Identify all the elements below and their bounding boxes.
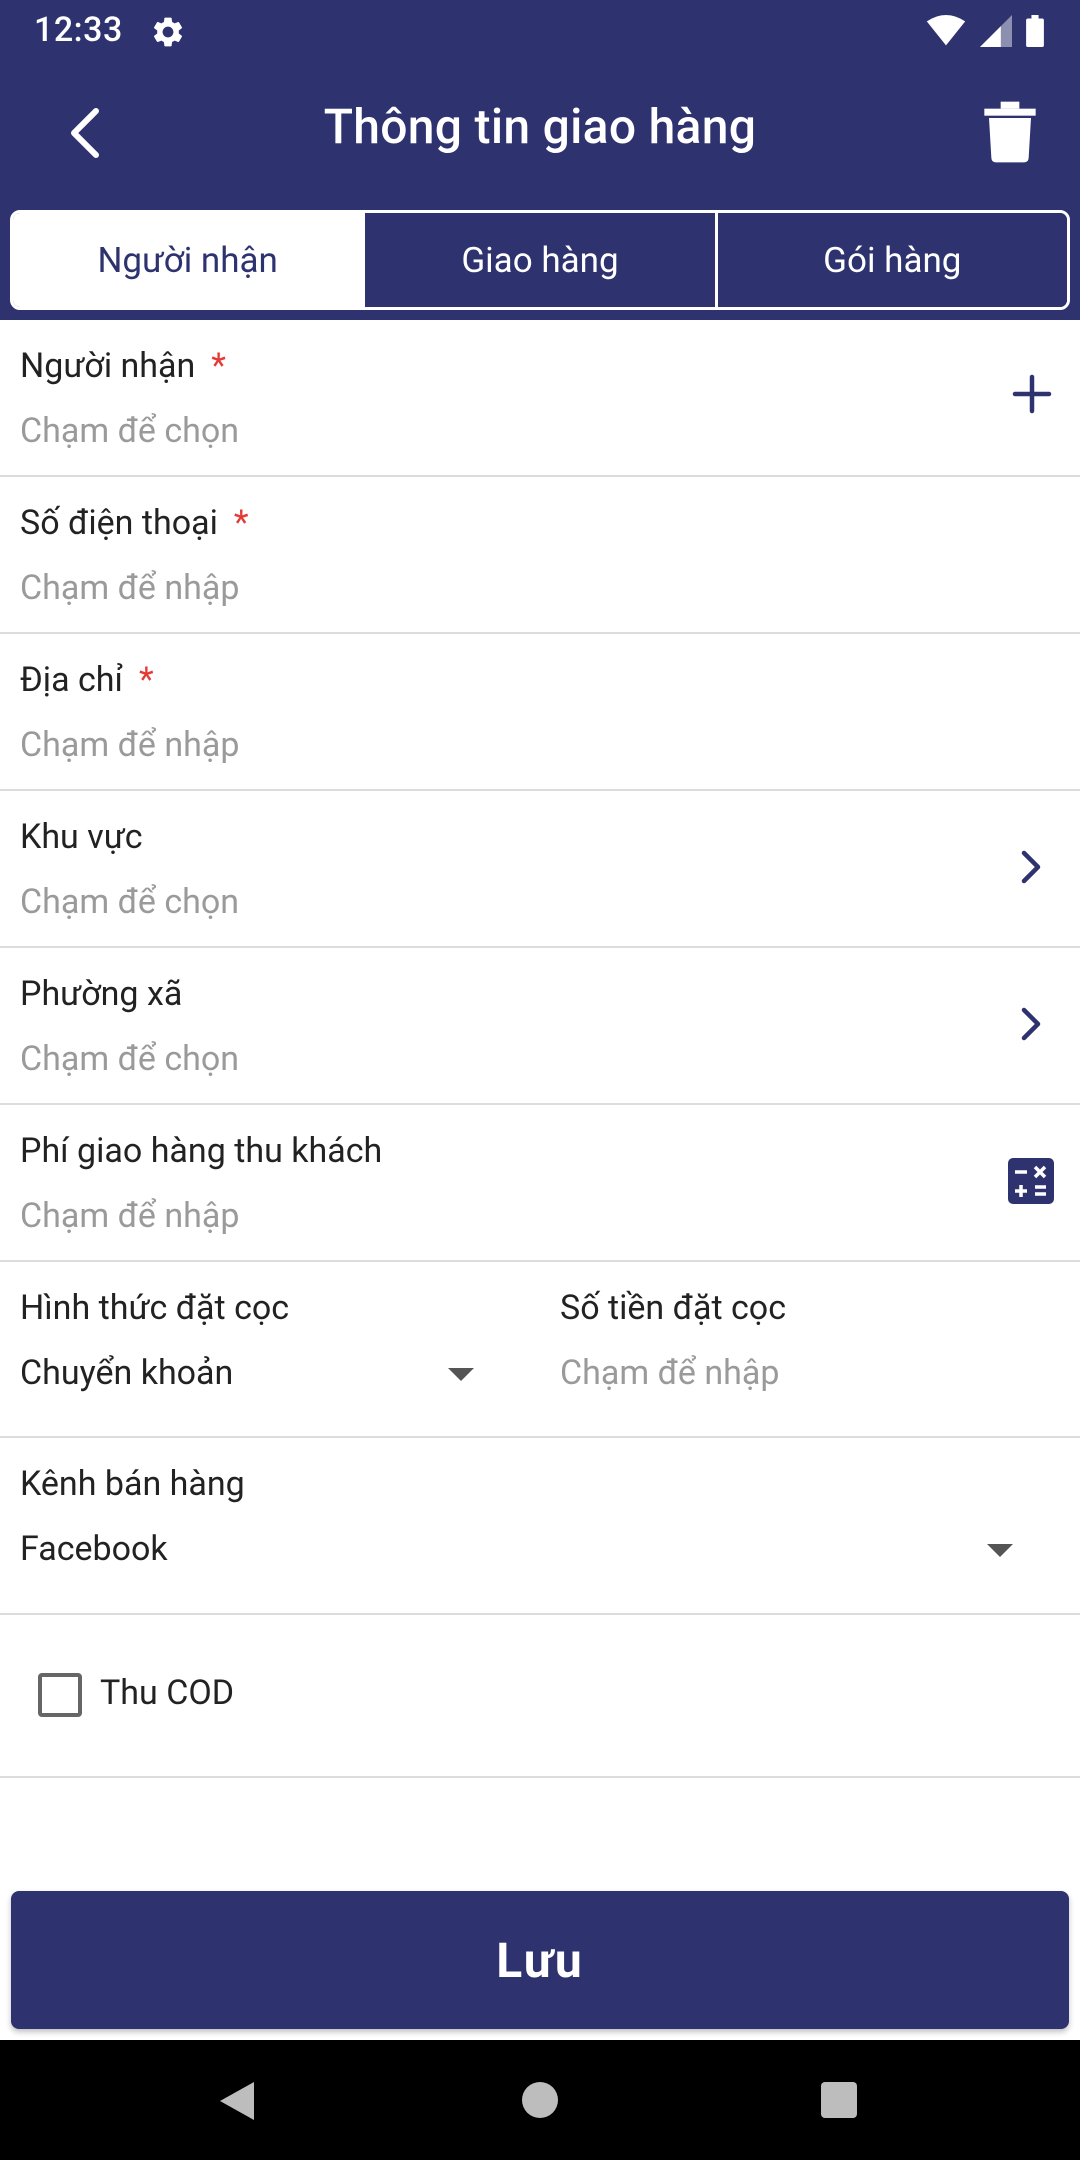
address-label: Địa chỉ * bbox=[20, 660, 154, 700]
sales-channel-value: Facebook bbox=[20, 1529, 168, 1569]
tab-delivery[interactable]: Giao hàng bbox=[362, 213, 715, 307]
dropdown-arrow-icon bbox=[448, 1368, 474, 1381]
sales-channel-dropdown[interactable]: Kênh bán hàng Facebook bbox=[0, 1438, 1080, 1615]
chevron-right-icon bbox=[1021, 850, 1041, 884]
required-mark: * bbox=[138, 660, 154, 700]
deposit-amount-label: Số tiền đặt cọc bbox=[560, 1288, 786, 1328]
tab-bar: Người nhận Giao hàng Gói hàng bbox=[10, 210, 1070, 310]
nav-home-icon[interactable] bbox=[522, 2082, 558, 2118]
shipping-fee-field[interactable]: Phí giao hàng thu khách Chạm để nhập bbox=[0, 1105, 1080, 1262]
recipient-label: Người nhận * bbox=[20, 346, 226, 386]
deposit-method-value: Chuyển khoản bbox=[20, 1353, 234, 1393]
phone-placeholder: Chạm để nhập bbox=[20, 568, 240, 608]
shipping-fee-placeholder: Chạm để nhập bbox=[20, 1196, 240, 1236]
delete-trash-icon[interactable] bbox=[982, 101, 1038, 163]
status-time: 12:33 bbox=[34, 10, 123, 50]
phone-label: Số điện thoại * bbox=[20, 503, 249, 543]
save-button[interactable]: Lưu bbox=[11, 1891, 1069, 2029]
area-field[interactable]: Khu vực Chạm để chọn bbox=[0, 791, 1080, 948]
nav-recent-apps-icon[interactable] bbox=[821, 2082, 857, 2118]
tab-package[interactable]: Gói hàng bbox=[714, 213, 1067, 307]
area-label: Khu vực bbox=[20, 817, 143, 857]
calculator-icon[interactable] bbox=[1008, 1158, 1054, 1204]
shipping-fee-label: Phí giao hàng thu khách bbox=[20, 1131, 383, 1171]
ward-field[interactable]: Phường xã Chạm để chọn bbox=[0, 948, 1080, 1105]
address-placeholder: Chạm để nhập bbox=[20, 725, 240, 765]
status-icons bbox=[926, 12, 1044, 50]
wifi-icon bbox=[926, 15, 966, 46]
deposit-amount-placeholder: Chạm để nhập bbox=[560, 1353, 780, 1393]
app-bar: Thông tin giao hàng bbox=[0, 63, 1080, 204]
system-nav-bar bbox=[0, 2040, 1080, 2160]
settings-gear-icon bbox=[153, 17, 183, 47]
recipient-placeholder: Chạm để chọn bbox=[20, 411, 240, 451]
required-mark: * bbox=[233, 503, 249, 543]
cod-row: Thu COD bbox=[0, 1615, 1080, 1778]
cell-signal-icon bbox=[980, 15, 1012, 47]
recipient-field[interactable]: Người nhận * Chạm để chọn bbox=[0, 320, 1080, 477]
page-title: Thông tin giao hàng bbox=[323, 98, 757, 155]
status-bar: 12:33 bbox=[0, 0, 1080, 63]
address-field[interactable]: Địa chỉ * Chạm để nhập bbox=[0, 634, 1080, 791]
required-mark: * bbox=[211, 346, 226, 386]
tab-bar-container: Người nhận Giao hàng Gói hàng bbox=[0, 204, 1080, 320]
deposit-amount-field[interactable]: Số tiền đặt cọc Chạm để nhập bbox=[540, 1262, 1080, 1438]
dropdown-arrow-icon bbox=[987, 1544, 1013, 1557]
phone-field[interactable]: Số điện thoại * Chạm để nhập bbox=[0, 477, 1080, 634]
area-placeholder: Chạm để chọn bbox=[20, 882, 240, 922]
add-recipient-plus-icon[interactable] bbox=[1012, 374, 1052, 414]
deposit-method-label: Hình thức đặt cọc bbox=[20, 1288, 290, 1328]
cod-checkbox[interactable] bbox=[38, 1673, 82, 1717]
ward-label: Phường xã bbox=[20, 974, 183, 1014]
deposit-row: Hình thức đặt cọc Chuyển khoản Số tiền đ… bbox=[0, 1262, 1080, 1438]
cod-label[interactable]: Thu COD bbox=[100, 1673, 234, 1713]
ward-placeholder: Chạm để chọn bbox=[20, 1039, 240, 1079]
chevron-right-icon bbox=[1021, 1007, 1041, 1041]
deposit-method-dropdown[interactable]: Hình thức đặt cọc Chuyển khoản bbox=[0, 1262, 500, 1438]
nav-back-icon[interactable] bbox=[218, 2080, 256, 2122]
tab-recipient[interactable]: Người nhận bbox=[13, 213, 363, 307]
battery-icon bbox=[1026, 15, 1044, 47]
sales-channel-label: Kênh bán hàng bbox=[20, 1464, 245, 1504]
